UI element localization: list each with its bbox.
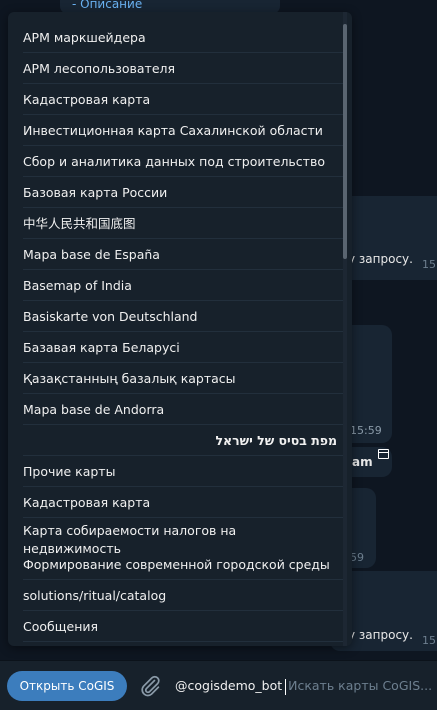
menu-item[interactable]: Кадастровая карта <box>23 84 343 115</box>
menu-item-label: solutions/ritual/catalog <box>23 588 167 603</box>
menu-item-label: Сбор и аналитика данных под строительств… <box>23 154 325 169</box>
message-time: 59 <box>350 551 364 564</box>
menu-item-label: Прочие карты <box>23 464 116 479</box>
menu-item[interactable]: Basemap of India <box>23 270 343 301</box>
menu-item-label: מפת בסיס של ישראל <box>215 433 337 448</box>
message-time: 15 <box>422 634 436 647</box>
menu-item-label: АРМ маркшейдера <box>23 30 146 45</box>
message-time: 15:59 <box>350 424 382 437</box>
maps-menu: АРМ маркшейдера АРМ лесопользователя Кад… <box>8 12 352 646</box>
message-text: у запросу. <box>348 628 413 642</box>
menu-item[interactable]: Қазақстанның базалық картасы <box>23 363 343 394</box>
menu-item-label: Базавая карта Беларусі <box>23 340 180 355</box>
menu-item-label: Basemap of India <box>23 278 132 293</box>
paperclip-icon[interactable] <box>138 674 162 698</box>
menu-item[interactable]: Сбор и аналитика данных под строительств… <box>23 146 343 177</box>
menu-item-label: Mapa base de España <box>23 247 160 262</box>
menu-item[interactable]: Mapa base de España <box>23 239 343 270</box>
menu-item-label: 中华人民共和国底图 <box>23 216 136 231</box>
menu-item[interactable]: Mapa base de Andorra <box>23 394 343 425</box>
menu-item[interactable]: АРМ лесопользователя <box>23 53 343 84</box>
text-caret <box>285 678 287 695</box>
menu-item-label: Basiskarte von Deutschland <box>23 309 198 324</box>
menu-item[interactable]: АРМ маркшейдера <box>23 22 343 53</box>
menu-item-label: Кадастровая карта <box>23 495 151 510</box>
menu-item[interactable]: Кадастровая карта <box>23 487 343 518</box>
menu-item[interactable]: solutions/ritual/catalog <box>23 580 343 611</box>
menu-item[interactable]: Инвестиционная карта Сахалинской области <box>23 115 343 146</box>
menu-item[interactable]: Basiskarte von Deutschland <box>23 301 343 332</box>
menu-item[interactable]: Базавая карта Беларусі <box>23 332 343 363</box>
document-icon <box>378 449 389 459</box>
message-input[interactable]: @cogisdemo_bot Искать карты CoGIS... <box>175 671 437 701</box>
menu-item-label: Кадастровая карта <box>23 92 151 107</box>
input-placeholder: Искать карты CoGIS... <box>288 678 433 693</box>
menu-item[interactable]: 中华人民共和国底图 <box>23 208 343 239</box>
menu-item-label: Қазақстанның базалық картасы <box>23 371 236 386</box>
input-value: @cogisdemo_bot <box>175 678 283 693</box>
menu-item-label: АРМ лесопользователя <box>23 61 176 76</box>
description-link[interactable]: - Описание <box>72 0 142 11</box>
menu-item-label: Mapa base de Andorra <box>23 402 165 417</box>
message-text: у запросу. <box>348 252 413 266</box>
menu-item[interactable]: מפת בסיס של ישראל <box>23 425 343 456</box>
menu-item-label: Инвестиционная карта Сахалинской области <box>23 123 323 138</box>
menu-item[interactable]: Сообщения <box>23 611 343 642</box>
menu-item-label: Сообщения <box>23 619 99 634</box>
open-cogis-button[interactable]: Открыть CoGIS <box>7 671 127 701</box>
menu-item[interactable]: Карта собираемости налогов на недвижимос… <box>23 518 343 556</box>
scrollbar-thumb[interactable] <box>343 24 347 259</box>
menu-item[interactable]: Прочие карты <box>23 456 343 487</box>
message-time: 15 <box>422 258 436 271</box>
message-input-bar: Открыть CoGIS @cogisdemo_bot Искать карты… <box>0 660 437 710</box>
menu-item-label: Формирование современной городской среды <box>23 557 330 572</box>
menu-item[interactable]: Базовая карта России <box>23 177 343 208</box>
message-text: am <box>352 455 373 469</box>
menu-item[interactable]: Формирование современной городской среды <box>23 549 343 580</box>
menu-item-label: Базовая карта России <box>23 185 168 200</box>
